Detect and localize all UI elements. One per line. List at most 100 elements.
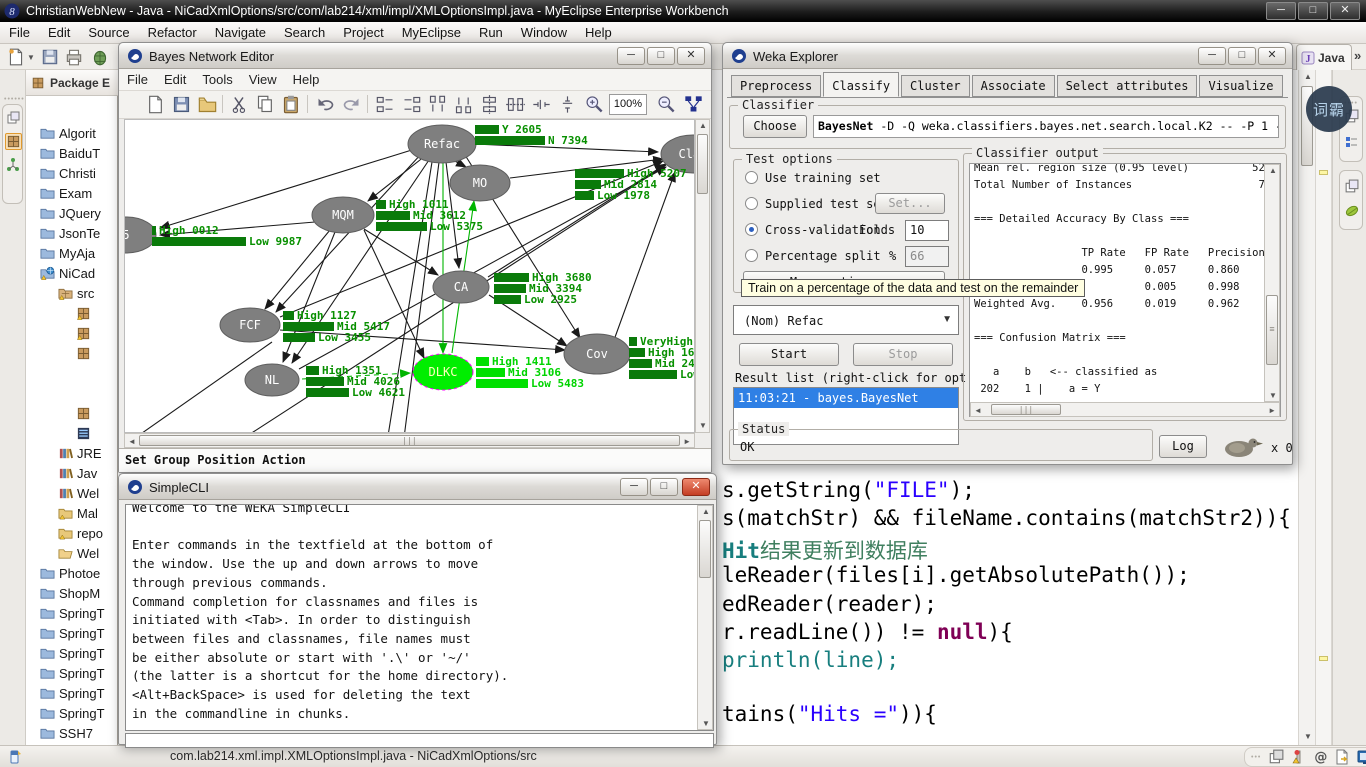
dropdown-arrow-icon[interactable]: ▼ — [27, 53, 35, 62]
set-test-button[interactable]: Set... — [875, 193, 945, 214]
scroll-down-icon[interactable]: ▼ — [1269, 391, 1277, 400]
zoom-level[interactable]: 100% — [609, 94, 647, 115]
tab-select-attributes[interactable]: Select attributes — [1057, 75, 1198, 97]
close-button[interactable]: ✕ — [1258, 47, 1286, 65]
tab-classify[interactable]: Classify — [823, 72, 899, 97]
tree-item[interactable] — [76, 344, 95, 362]
powerword-overlay-badge[interactable]: 词霸 — [1306, 86, 1352, 132]
tree-item-ssh7[interactable]: SSH7 — [40, 724, 93, 742]
maximize-button[interactable]: □ — [1298, 2, 1328, 20]
tree-item-springt[interactable]: SpringT — [40, 644, 105, 662]
tree-item-src[interactable]: src — [58, 284, 94, 302]
console-icon[interactable] — [1357, 749, 1366, 765]
zoom-out-icon[interactable] — [655, 94, 676, 115]
open-icon[interactable] — [197, 94, 218, 115]
copy-icon[interactable] — [255, 94, 276, 115]
tree-item-christi[interactable]: Christi — [40, 164, 96, 182]
tray-grip[interactable]: ••• — [1251, 754, 1261, 761]
scroll-left-icon[interactable]: ◄ — [974, 406, 982, 415]
tree-item-springt[interactable]: SpringT — [40, 684, 105, 702]
editor-scrollbar[interactable]: ▲ ▼ — [1298, 70, 1316, 745]
scroll-thumb[interactable] — [699, 520, 711, 578]
save-icon[interactable] — [171, 94, 192, 115]
result-item[interactable]: 11:03:21 - bayes.BayesNet — [734, 388, 958, 408]
bayes-menu-file[interactable]: File — [119, 69, 156, 90]
scroll-thumb[interactable]: ||| — [139, 435, 680, 446]
choose-button[interactable]: Choose — [743, 115, 807, 138]
perspective-more-icon[interactable]: » — [1354, 48, 1361, 63]
scroll-up-icon[interactable]: ▲ — [1269, 166, 1277, 175]
myeclipse-leaf-icon[interactable] — [1344, 203, 1360, 219]
menu-edit[interactable]: Edit — [39, 22, 79, 43]
scroll-down-icon[interactable]: ▼ — [702, 719, 710, 728]
close-button[interactable]: ✕ — [677, 47, 705, 65]
fast-view-icon[interactable] — [8, 749, 22, 765]
scroll-thumb[interactable] — [697, 134, 708, 194]
weka-titlebar[interactable]: Weka Explorer ─ □ ✕ — [723, 43, 1292, 69]
restore-view-icon[interactable] — [1344, 179, 1359, 194]
menu-navigate[interactable]: Navigate — [206, 22, 275, 43]
cli-vscrollbar[interactable]: ▲ ▼ — [697, 505, 713, 730]
menu-window[interactable]: Window — [512, 22, 576, 43]
scroll-up-icon[interactable]: ▲ — [702, 507, 710, 516]
tree-item-jav[interactable]: Jav — [58, 464, 97, 482]
bayes-menu-view[interactable]: View — [241, 69, 285, 90]
cut-icon[interactable] — [229, 94, 250, 115]
align-right-icon[interactable] — [401, 94, 422, 115]
scroll-up-icon[interactable]: ▲ — [1304, 72, 1312, 81]
menu-file[interactable]: File — [0, 22, 39, 43]
tree-item-baidut[interactable]: BaiduT — [40, 144, 100, 162]
redo-icon[interactable] — [341, 94, 362, 115]
tab-preprocess[interactable]: Preprocess — [731, 75, 821, 97]
menu-refactor[interactable]: Refactor — [139, 22, 206, 43]
stop-button[interactable]: Stop — [853, 343, 953, 366]
minimize-button[interactable]: ─ — [617, 47, 645, 65]
align-left-icon[interactable] — [375, 94, 396, 115]
rail-grip[interactable]: •••••• — [4, 96, 20, 103]
scroll-right-icon[interactable]: ► — [1268, 406, 1276, 415]
restore-view-icon[interactable] — [6, 111, 20, 125]
tree-item-springt[interactable]: SpringT — [40, 664, 105, 682]
tree-item-wel[interactable]: Wel — [58, 544, 99, 562]
scroll-left-icon[interactable]: ◄ — [128, 437, 136, 446]
space-horizontal-icon[interactable] — [531, 94, 552, 115]
scroll-right-icon[interactable]: ► — [683, 437, 691, 446]
close-button[interactable]: ✕ — [1330, 2, 1360, 20]
tree-item-shopm[interactable]: ShopM — [40, 584, 100, 602]
tree-item-myaja[interactable]: MyAja — [40, 244, 95, 262]
type-hierarchy-icon[interactable] — [6, 157, 20, 173]
cross-validation-radio[interactable] — [745, 223, 758, 236]
debug-icon[interactable] — [90, 47, 110, 67]
bayes-graph-canvas[interactable]: 5RefacClasMOMQMCAFCFNLDLKCCov High 0012L… — [124, 119, 695, 433]
package-explorer-header[interactable]: Package E — [26, 70, 118, 96]
center-horizontal-icon[interactable] — [479, 94, 500, 115]
perspective-tab-java[interactable]: J Java — [1296, 44, 1352, 70]
align-top-icon[interactable] — [427, 94, 448, 115]
supplied-test-set-radio[interactable] — [745, 197, 758, 210]
minimize-button[interactable]: ─ — [1266, 2, 1296, 20]
overview-ruler[interactable] — [1316, 70, 1332, 745]
tree-item-springt[interactable]: SpringT — [40, 604, 105, 622]
menu-run[interactable]: Run — [470, 22, 512, 43]
tree-item-wel[interactable]: Wel — [58, 484, 99, 502]
tree-item[interactable] — [76, 324, 95, 342]
use-training-set-radio[interactable] — [745, 171, 758, 184]
output-vscrollbar[interactable]: ▲ ≡ ▼ — [1264, 164, 1280, 402]
class-attribute-combo[interactable]: (Nom) Refac ▼ — [733, 305, 959, 335]
at-sign-icon[interactable]: @ — [1314, 750, 1327, 765]
minimize-button[interactable]: ─ — [620, 478, 648, 496]
maximize-button[interactable]: □ — [647, 47, 675, 65]
code-editor[interactable]: s.getString("FILE");s(matchStr) && fileN… — [717, 465, 1298, 745]
new-icon[interactable] — [145, 94, 166, 115]
tree-item-nicad[interactable]: NiCad — [40, 264, 95, 282]
export-file-icon[interactable] — [1334, 749, 1350, 765]
bayes-menu-tools[interactable]: Tools — [194, 69, 240, 90]
menu-project[interactable]: Project — [334, 22, 392, 43]
tree-item-jre[interactable]: JRE — [58, 444, 102, 462]
tree-item-springt[interactable]: SpringT — [40, 624, 105, 642]
tree-item-mal[interactable]: Mal — [58, 504, 98, 522]
classifier-command[interactable]: BayesNet -D -Q weka.classifiers.bayes.ne… — [813, 115, 1279, 138]
package-explorer-shortcut-icon[interactable] — [5, 133, 22, 150]
occurrence-marker[interactable] — [1319, 656, 1328, 661]
space-vertical-icon[interactable] — [557, 94, 578, 115]
